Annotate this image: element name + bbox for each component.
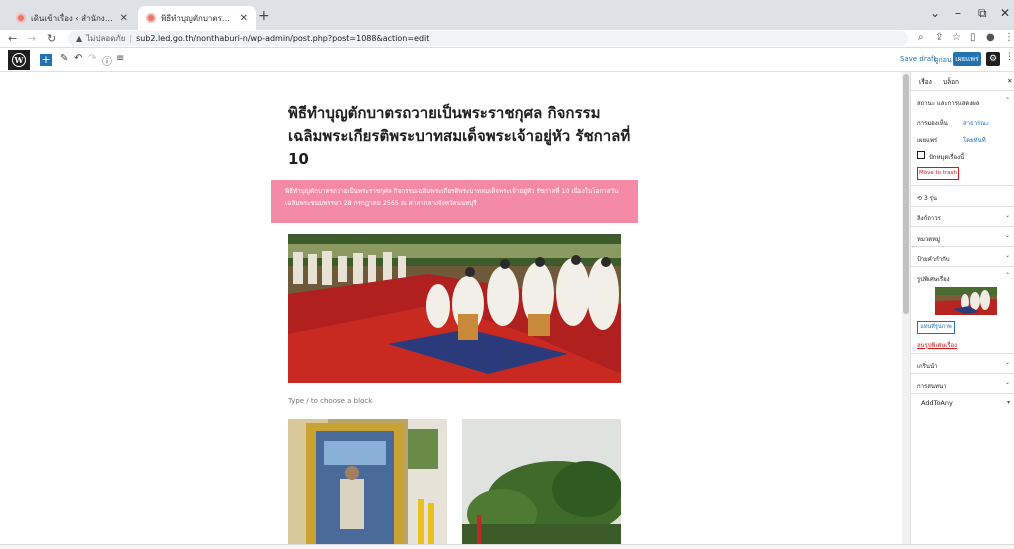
tab-block[interactable]: บล็อก: [943, 77, 959, 87]
warning-icon: ▲: [76, 34, 83, 43]
editor-scrollbar[interactable]: [902, 72, 910, 544]
publish-date-link[interactable]: โดยทันที: [963, 135, 986, 145]
zoom-icon[interactable]: ⌕: [918, 32, 924, 43]
portrait-altar-image[interactable]: [288, 419, 447, 544]
editor-canvas: พิธีทำบุญตักบาตรถวายเป็นพระราชกุศล กิจกร…: [0, 72, 902, 544]
tab-title: เดินเข้าเรื่อง ‹ สำนักงานบังคับคดีจังหวั…: [31, 13, 114, 23]
close-window-icon[interactable]: ✕: [1000, 6, 1010, 20]
site-favicon-icon: [146, 13, 156, 23]
profile-avatar[interactable]: ●: [986, 32, 995, 43]
url-input[interactable]: ▲ ไม่ปลอดภัย | sub2.led.go.th/nonthaburi-n/…: [68, 31, 908, 46]
browser-tab-bar: เดินเข้าเรื่อง ‹ สำนักงานบังคับคดีจังหวั…: [0, 0, 1014, 30]
browser-tab-1[interactable]: เดินเข้าเรื่อง ‹ สำนักงานบังคับคดีจังหวั…: [8, 6, 136, 30]
panel-addtoany[interactable]: AddToAny: [921, 399, 953, 407]
chevron-down-icon[interactable]: ⌄: [1005, 212, 1010, 219]
chevron-down-icon[interactable]: ⌄: [1005, 252, 1010, 259]
maximize-icon[interactable]: ⧉: [978, 6, 987, 21]
security-label: ไม่ปลอดภัย: [86, 34, 126, 43]
preview-button[interactable]: ดูก่อน: [934, 55, 952, 66]
clock-icon: ⟲: [917, 195, 924, 202]
visibility-value-link[interactable]: สาธารณะ: [963, 118, 989, 128]
undo-icon[interactable]: ↶: [74, 53, 82, 64]
bookmark-star-icon[interactable]: ☆: [952, 32, 961, 43]
chevron-down-icon[interactable]: ⌄: [1005, 379, 1010, 386]
chevron-down-icon[interactable]: ⌄: [1005, 359, 1010, 366]
share-icon[interactable]: ⇪: [935, 32, 943, 43]
replace-image-button[interactable]: แทนที่รูปภาพ: [917, 321, 955, 334]
pencil-tools-icon[interactable]: ✎: [60, 53, 68, 64]
reload-icon[interactable]: ↻: [47, 32, 56, 45]
caret-down-icon[interactable]: ▾: [1007, 399, 1010, 406]
panel-discussion[interactable]: การสนทนา: [917, 381, 946, 391]
save-draft-button[interactable]: Save draft: [900, 55, 936, 63]
scrollbar-thumb[interactable]: [903, 74, 909, 314]
editor-toolbar: W + ✎ ↶ ↷ ⓘ ≡ Save draft ดูก่อน เผยแพร่ …: [0, 48, 1014, 72]
settings-gear-icon[interactable]: ⚙: [986, 52, 1000, 66]
new-tab-icon[interactable]: +: [258, 8, 270, 24]
side-panel-icon[interactable]: ▯: [970, 32, 976, 43]
panel-featured-image[interactable]: รูปพิเศษเรื่อง: [917, 274, 950, 284]
browser-tab-2[interactable]: พิธีทำบุญตักบาตรถวายเป็นพระราชกุศล ✕: [138, 6, 256, 30]
publish-button[interactable]: เผยแพร่: [953, 52, 981, 66]
garden-tree-image[interactable]: [462, 419, 621, 544]
visibility-label: การมองเห็น: [917, 120, 948, 127]
remove-featured-image-link[interactable]: ลบรูปพิเศษเรื่อง: [917, 340, 957, 350]
status-panel-header[interactable]: สถานะ และการแสดงผล: [917, 98, 979, 108]
more-options-icon[interactable]: ⋮: [1005, 52, 1014, 62]
tab-title: พิธีทำบุญตักบาตรถวายเป็นพระราชกุศล: [161, 13, 234, 23]
list-view-icon[interactable]: ≡: [116, 53, 124, 64]
redo-icon[interactable]: ↷: [88, 53, 96, 64]
close-sidebar-icon[interactable]: ✕: [1007, 77, 1012, 85]
address-bar-row: ← → ↻ ▲ ไม่ปลอดภัย | sub2.led.go.th/nonthab…: [0, 30, 1014, 48]
info-icon[interactable]: ⓘ: [102, 53, 112, 68]
minimize-icon[interactable]: –: [955, 6, 961, 20]
tab-post[interactable]: เรื่อง: [919, 77, 932, 91]
block-appender-placeholder[interactable]: Type / to choose a block: [288, 397, 372, 405]
chevron-down-icon[interactable]: ⌄: [1005, 232, 1010, 239]
sticky-checkbox[interactable]: [917, 151, 925, 159]
ceremony-photo-image[interactable]: [288, 234, 621, 383]
chevron-up-icon[interactable]: ⌃: [1005, 97, 1010, 104]
settings-sidebar: เรื่อง บล็อก ✕ สถานะ และการแสดงผล ⌃ การม…: [910, 72, 1014, 544]
panel-excerpt[interactable]: เกริ่นนำ: [917, 361, 937, 371]
post-title[interactable]: พิธีทำบุญตักบาตรถวายเป็นพระราชกุศล กิจกร…: [288, 102, 638, 171]
featured-image-thumbnail[interactable]: [935, 287, 997, 315]
url-text: sub2.led.go.th/nonthaburi-n/wp-admin/pos…: [136, 34, 430, 43]
close-tab-icon[interactable]: ✕: [120, 13, 128, 24]
close-tab-icon[interactable]: ✕: [240, 13, 248, 24]
back-icon[interactable]: ←: [8, 32, 17, 45]
panel-permalink[interactable]: ลิงก์ถาวร: [917, 213, 941, 223]
wordpress-logo-icon[interactable]: W: [8, 50, 30, 70]
add-block-button[interactable]: +: [40, 54, 52, 66]
excerpt-block[interactable]: พิธีทำบุญตักบาตรถวายเป็นพระราชกุศล กิจกร…: [271, 180, 638, 223]
panel-tags[interactable]: ป้ายคำกำกับ: [917, 254, 950, 264]
move-to-trash-button[interactable]: Move to trash: [917, 167, 959, 180]
tab-search-icon[interactable]: ⌄: [930, 6, 940, 20]
panel-categories[interactable]: หมวดหมู่: [917, 234, 940, 244]
chrome-menu-icon[interactable]: ⋮: [1004, 32, 1014, 43]
chevron-up-icon[interactable]: ⌃: [1005, 272, 1010, 279]
publish-label: เผยแพร่: [917, 137, 938, 144]
site-favicon-icon: [16, 13, 26, 23]
window-bottom-edge: [0, 544, 1014, 549]
revisions-link[interactable]: ⟲ 3 รุ่น: [917, 193, 937, 203]
forward-icon[interactable]: →: [27, 32, 36, 45]
sticky-label: ปักหมุดเรื่องนี้: [929, 154, 965, 161]
